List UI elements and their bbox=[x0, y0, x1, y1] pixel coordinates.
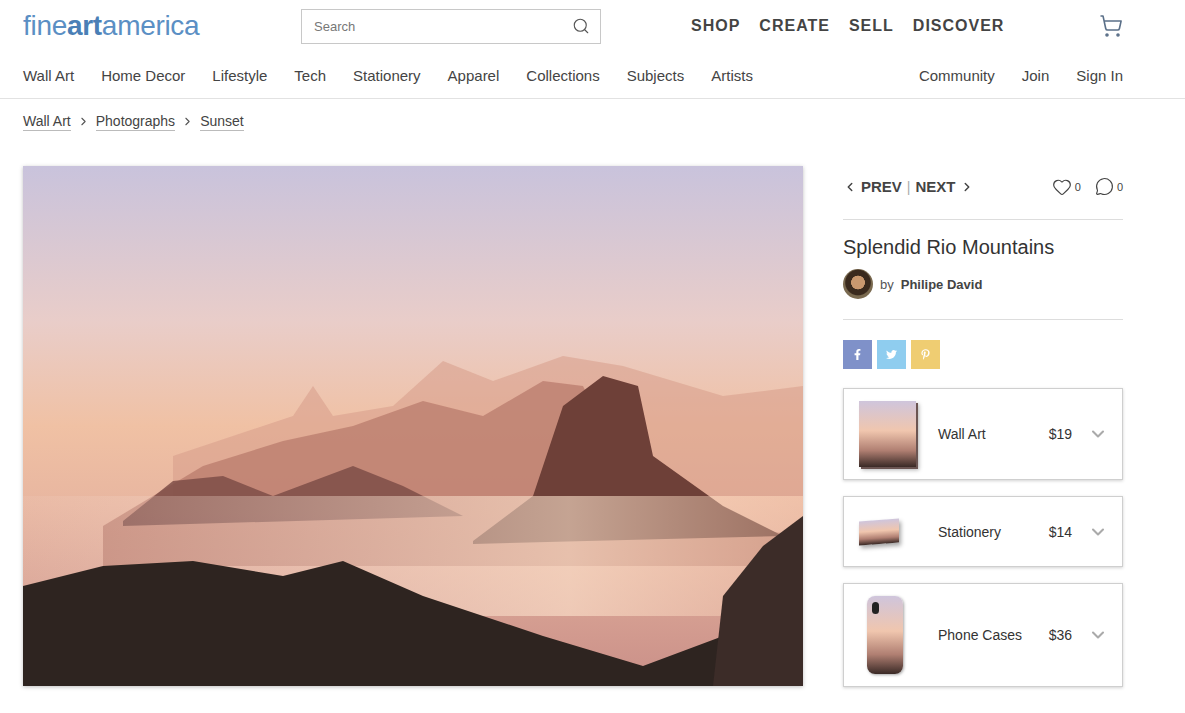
byline: byPhilipe David bbox=[843, 269, 1123, 299]
expand-icon[interactable] bbox=[1088, 625, 1108, 645]
logo[interactable]: fineartamerica bbox=[23, 10, 301, 42]
product-name: Stationery bbox=[938, 524, 1049, 540]
stationery-thumbnail bbox=[859, 518, 899, 545]
pager-separator: | bbox=[907, 179, 911, 195]
category-item[interactable]: Wall Art bbox=[23, 67, 74, 84]
main-nav-item[interactable]: SELL bbox=[849, 17, 894, 35]
breadcrumb: Wall Art Photographs Sunset bbox=[0, 99, 1185, 130]
product-name: Phone Cases bbox=[938, 627, 1049, 643]
share-button[interactable] bbox=[877, 340, 906, 369]
artwork-drawing bbox=[23, 166, 803, 686]
top-bar: fineartamerica SHOP CREATE SELL DISCOVER bbox=[0, 0, 1185, 52]
thumbnail-slot bbox=[859, 520, 938, 544]
category-nav: Wall Art Home Decor Lifestyle Tech Stationer… bbox=[23, 67, 753, 84]
artwork-title: Splendid Rio Mountains bbox=[843, 236, 1123, 259]
breadcrumb-item[interactable]: Photographs bbox=[96, 113, 175, 131]
pinterest-icon bbox=[920, 349, 931, 360]
breadcrumb-item[interactable]: Wall Art bbox=[23, 113, 71, 131]
category-item[interactable]: Stationery bbox=[353, 67, 421, 84]
category-bar: Wall Art Home Decor Lifestyle Tech Stationer… bbox=[0, 52, 1185, 99]
artist-link[interactable]: Philipe David bbox=[901, 277, 983, 292]
category-item[interactable]: Apparel bbox=[448, 67, 500, 84]
thumbnail-slot bbox=[859, 401, 938, 467]
share-button[interactable] bbox=[843, 340, 872, 369]
category-item[interactable]: Home Decor bbox=[101, 67, 185, 84]
page: fineartamerica SHOP CREATE SELL DISCOVER Wall… bbox=[0, 0, 1185, 687]
main-nav-item[interactable]: CREATE bbox=[759, 17, 830, 35]
prev-link[interactable]: PREV bbox=[843, 178, 902, 195]
cart-icon[interactable] bbox=[1099, 14, 1123, 38]
main: PREV | NEXT 00 Splendid Rio Mountains byPhili… bbox=[0, 130, 1185, 687]
account-nav: Community Join Sign In bbox=[919, 67, 1123, 84]
category-item[interactable]: Subjects bbox=[627, 67, 685, 84]
share-row bbox=[843, 340, 1123, 369]
comment-counter[interactable]: 0 bbox=[1095, 177, 1123, 196]
product-card[interactable]: Phone Cases$36 bbox=[843, 583, 1123, 687]
artwork-info: Splendid Rio Mountains byPhilipe David bbox=[843, 220, 1123, 320]
main-nav: SHOP CREATE SELL DISCOVER bbox=[691, 17, 1004, 35]
next-link[interactable]: NEXT bbox=[916, 178, 974, 195]
comment-icon[interactable] bbox=[1095, 177, 1114, 196]
expand-icon[interactable] bbox=[1088, 424, 1108, 444]
product-list: Wall Art$19 Stationery$14 Phone Cases$36 bbox=[843, 388, 1123, 687]
camera-icon bbox=[872, 602, 879, 614]
product-price: $36 bbox=[1049, 627, 1072, 643]
thumbnail-slot bbox=[859, 596, 938, 674]
product-card[interactable]: Stationery$14 bbox=[843, 496, 1123, 567]
chevron-left-icon bbox=[843, 180, 857, 194]
main-nav-item[interactable]: SHOP bbox=[691, 17, 740, 35]
product-price: $19 bbox=[1049, 426, 1072, 442]
heart-icon[interactable] bbox=[1052, 177, 1072, 197]
cart[interactable] bbox=[1099, 14, 1123, 38]
main-nav-item[interactable]: DISCOVER bbox=[913, 17, 1005, 35]
chevron-icon bbox=[77, 115, 90, 128]
product-price: $14 bbox=[1049, 524, 1072, 540]
breadcrumb-item[interactable]: Sunset bbox=[200, 113, 244, 131]
facebook-icon bbox=[852, 349, 863, 360]
phone-case-thumbnail bbox=[867, 596, 903, 674]
search-input[interactable] bbox=[312, 18, 566, 35]
artwork-image[interactable] bbox=[23, 166, 803, 686]
product-name: Wall Art bbox=[938, 426, 1049, 442]
twitter-icon bbox=[886, 349, 897, 360]
account-item[interactable]: Community bbox=[919, 67, 995, 84]
chevron-icon bbox=[181, 115, 194, 128]
category-item[interactable]: Lifestyle bbox=[212, 67, 267, 84]
expand-icon[interactable] bbox=[1088, 522, 1108, 542]
counters: 00 bbox=[1052, 177, 1123, 197]
artist-avatar[interactable] bbox=[843, 269, 873, 299]
wall-art-thumbnail bbox=[859, 401, 916, 467]
share-button[interactable] bbox=[911, 340, 940, 369]
account-item[interactable]: Sign In bbox=[1076, 67, 1123, 84]
category-item[interactable]: Artists bbox=[711, 67, 753, 84]
search-box bbox=[301, 9, 601, 44]
product-card[interactable]: Wall Art$19 bbox=[843, 388, 1123, 480]
category-item[interactable]: Collections bbox=[526, 67, 599, 84]
pager-row: PREV | NEXT 00 bbox=[843, 166, 1123, 220]
sidebar: PREV | NEXT 00 Splendid Rio Mountains byPhili… bbox=[843, 166, 1123, 687]
search-icon[interactable] bbox=[572, 17, 590, 35]
like-counter[interactable]: 0 bbox=[1052, 177, 1081, 197]
account-item[interactable]: Join bbox=[1022, 67, 1050, 84]
chevron-right-icon bbox=[960, 180, 974, 194]
category-item[interactable]: Tech bbox=[294, 67, 326, 84]
